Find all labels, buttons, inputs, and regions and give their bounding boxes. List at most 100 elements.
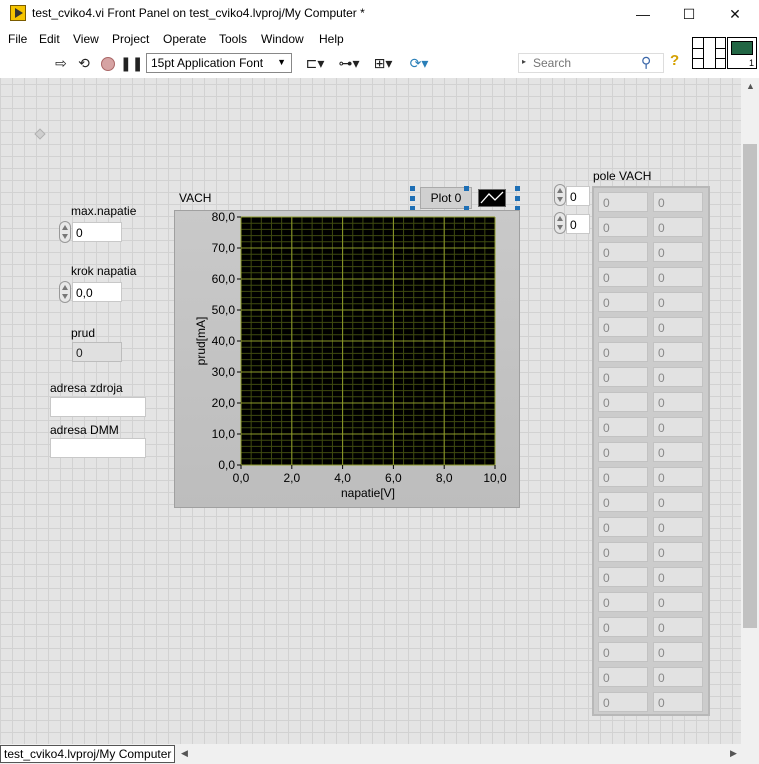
menu-file[interactable]: File <box>8 32 27 46</box>
distribute-objects-icon[interactable]: ⊶▾ <box>336 53 362 73</box>
array-cell[interactable]: 0 <box>653 342 703 362</box>
array-cell[interactable]: 0 <box>653 267 703 287</box>
run-continuously-icon[interactable]: ⟲ <box>74 53 94 73</box>
vi-icon[interactable]: 1 <box>727 37 757 69</box>
array-cell[interactable]: 0 <box>653 617 703 637</box>
array-cell[interactable]: 0 <box>653 242 703 262</box>
pole-vach-array[interactable]: 0000000000000000000000000000000000000000… <box>592 186 710 716</box>
minimize-button[interactable]: — <box>620 0 666 28</box>
selection-handle[interactable] <box>464 186 469 191</box>
y-axis-title: prud[mA] <box>194 317 208 366</box>
array-cell[interactable]: 0 <box>598 417 648 437</box>
array-cell[interactable]: 0 <box>653 517 703 537</box>
array-cell[interactable]: 0 <box>598 217 648 237</box>
array-cell[interactable]: 0 <box>653 217 703 237</box>
array-cell[interactable]: 0 <box>598 542 648 562</box>
search-input[interactable] <box>533 56 643 70</box>
selection-handle[interactable] <box>410 196 415 201</box>
selection-handle[interactable] <box>515 196 520 201</box>
vi-icon-screen <box>731 41 753 55</box>
scrollbar-thumb[interactable] <box>743 144 757 628</box>
array-row-index[interactable]: 0 <box>566 186 590 206</box>
max-napatie-spinner[interactable] <box>59 221 71 243</box>
krok-napatia-spinner[interactable] <box>59 281 71 303</box>
plot-style-swatch-icon[interactable] <box>478 189 506 207</box>
array-cell[interactable]: 0 <box>598 192 648 212</box>
menu-window[interactable]: Window <box>261 32 304 46</box>
adresa-dmm-input[interactable] <box>50 438 146 458</box>
array-cell[interactable]: 0 <box>598 467 648 487</box>
array-cell[interactable]: 0 <box>653 192 703 212</box>
array-cell[interactable]: 0 <box>653 317 703 337</box>
array-cell[interactable]: 0 <box>598 692 648 712</box>
vach-graph-svg[interactable]: 0,0 2,0 4,0 6,0 8,0 10,0 0,0 10,0 20,0 30,0 40,0 50… <box>175 211 519 507</box>
array-cell[interactable]: 0 <box>598 617 648 637</box>
pause-icon[interactable]: ❚❚ <box>120 53 143 73</box>
array-cell[interactable]: 0 <box>653 542 703 562</box>
menu-edit[interactable]: Edit <box>39 32 60 46</box>
array-cell[interactable]: 0 <box>598 492 648 512</box>
array-col-index-spinner[interactable] <box>554 212 566 234</box>
array-cell[interactable]: 0 <box>598 342 648 362</box>
selection-handle[interactable] <box>515 186 520 191</box>
array-cell[interactable]: 0 <box>598 642 648 662</box>
connector-pane-icon[interactable] <box>692 37 726 69</box>
array-cell[interactable]: 0 <box>598 392 648 412</box>
array-cell[interactable]: 0 <box>653 592 703 612</box>
array-row-index-spinner[interactable] <box>554 184 566 206</box>
front-panel[interactable]: max.napatie 0 krok napatia 0,0 prud 0 ad… <box>0 78 741 744</box>
array-cell[interactable]: 0 <box>653 667 703 687</box>
array-cell[interactable]: 0 <box>598 267 648 287</box>
array-cell[interactable]: 0 <box>653 567 703 587</box>
font-select[interactable]: 15pt Application Font ▼ <box>146 53 292 73</box>
align-objects-icon[interactable]: ⊏▾ <box>302 53 328 73</box>
vertical-scrollbar[interactable]: ▲ <box>741 78 759 744</box>
vach-graph-label: VACH <box>179 191 212 205</box>
array-cell[interactable]: 0 <box>598 517 648 537</box>
adresa-zdroja-input[interactable] <box>50 397 146 417</box>
array-cell[interactable]: 0 <box>653 292 703 312</box>
array-cell[interactable]: 0 <box>598 442 648 462</box>
array-cell[interactable]: 0 <box>598 242 648 262</box>
reorder-icon[interactable]: ⟳▾ <box>406 53 432 73</box>
adresa-dmm-label: adresa DMM <box>50 423 119 437</box>
krok-napatia-input[interactable]: 0,0 <box>72 282 122 302</box>
max-napatie-input[interactable]: 0 <box>72 222 122 242</box>
search-icon[interactable]: ⚲ <box>641 54 651 71</box>
abort-icon[interactable] <box>98 53 118 73</box>
menu-help[interactable]: Help <box>319 32 344 46</box>
array-cell[interactable]: 0 <box>598 317 648 337</box>
menu-operate[interactable]: Operate <box>163 32 206 46</box>
scroll-right-icon[interactable]: ▶ <box>730 748 737 759</box>
menu-view[interactable]: View <box>73 32 99 46</box>
array-cell[interactable]: 0 <box>653 367 703 387</box>
close-button[interactable]: ✕ <box>712 0 758 28</box>
selection-handle[interactable] <box>410 186 415 191</box>
array-cell[interactable]: 0 <box>598 592 648 612</box>
maximize-button[interactable]: ☐ <box>666 0 712 28</box>
array-cell[interactable]: 0 <box>653 492 703 512</box>
array-col-index[interactable]: 0 <box>566 214 590 234</box>
array-cell[interactable]: 0 <box>653 442 703 462</box>
y-tick-label: 50,0 <box>212 303 236 317</box>
scroll-up-icon[interactable]: ▲ <box>746 81 755 91</box>
array-cell[interactable]: 0 <box>653 692 703 712</box>
array-cell[interactable]: 0 <box>653 642 703 662</box>
scroll-left-icon[interactable]: ◀ <box>181 748 188 759</box>
array-cell[interactable]: 0 <box>598 667 648 687</box>
origin-marker <box>34 128 46 140</box>
resize-objects-icon[interactable]: ⊞▾ <box>370 53 396 73</box>
menu-project[interactable]: Project <box>112 32 149 46</box>
run-arrow-icon[interactable]: ⇨ <box>51 53 71 73</box>
array-cell[interactable]: 0 <box>653 392 703 412</box>
vach-graph[interactable]: 0,0 2,0 4,0 6,0 8,0 10,0 0,0 10,0 20,0 30,0 40,0 50… <box>174 210 520 508</box>
context-help-icon[interactable]: ? <box>670 52 679 69</box>
array-cell[interactable]: 0 <box>598 292 648 312</box>
array-cell[interactable]: 0 <box>653 417 703 437</box>
menu-tools[interactable]: Tools <box>219 32 247 46</box>
array-cell[interactable]: 0 <box>598 567 648 587</box>
plot-legend[interactable]: Plot 0 <box>420 187 518 209</box>
adresa-zdroja-label: adresa zdroja <box>50 381 123 395</box>
array-cell[interactable]: 0 <box>653 467 703 487</box>
array-cell[interactable]: 0 <box>598 367 648 387</box>
